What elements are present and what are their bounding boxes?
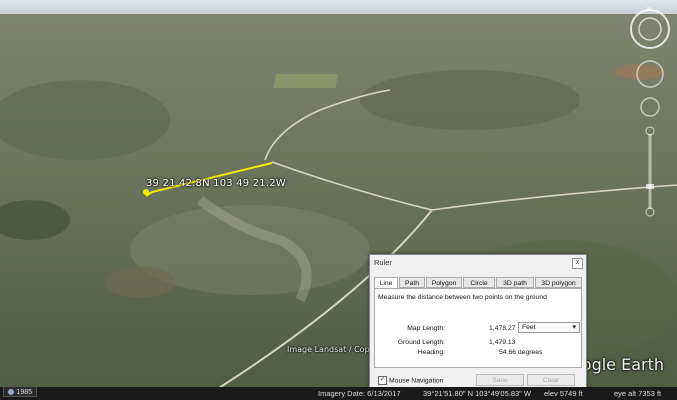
- look-joystick-icon[interactable]: [636, 60, 664, 88]
- map-length-label: Map Length:: [407, 325, 445, 332]
- ground-length-value: 1,479.13: [489, 339, 516, 346]
- map-length-value: 1,478.27: [489, 325, 516, 332]
- checkbox-check-icon[interactable]: ✓: [378, 376, 387, 385]
- cursor-coordinates: 39°21'51.80" N 103°49'05.83" W: [423, 389, 532, 398]
- zoom-slider[interactable]: [645, 126, 655, 217]
- ruler-title: Ruler: [374, 258, 392, 267]
- navigation-controls[interactable]: N: [626, 4, 674, 224]
- ruler-panel: Measure the distance between two points …: [374, 288, 582, 368]
- imagery-date: Imagery Date: 6/13/2017: [318, 389, 401, 398]
- elevation-readout: elev 5749 ft: [544, 389, 583, 398]
- move-joystick-icon[interactable]: [640, 97, 660, 117]
- placemark-label[interactable]: 39 21 42.8N 103 49 21.2W: [146, 178, 286, 189]
- tab-path[interactable]: Path: [399, 277, 425, 288]
- tab-polygon[interactable]: Polygon: [426, 277, 462, 288]
- eye-altitude-readout: eye alt 7353 ft: [614, 389, 662, 398]
- close-icon[interactable]: x: [572, 258, 583, 269]
- ground-length-label: Ground Length:: [397, 339, 445, 346]
- compass-north-label: N: [647, 6, 652, 13]
- tab-3d-path[interactable]: 3D path: [496, 277, 534, 288]
- mouse-navigation-checkbox[interactable]: ✓ Mouse Navigation: [378, 376, 443, 385]
- heading-label: Heading:: [417, 349, 445, 356]
- historical-imagery-button[interactable]: 1985: [3, 386, 37, 397]
- tab-circle[interactable]: Circle: [463, 277, 495, 288]
- save-button[interactable]: Save: [476, 374, 524, 386]
- mouse-navigation-label: Mouse Navigation: [389, 377, 444, 385]
- unit-select[interactable]: Feet: [518, 322, 580, 333]
- tab-3d-polygon[interactable]: 3D polygon: [535, 277, 582, 288]
- ruler-dialog[interactable]: Ruler x Line Path Polygon Circle 3D path…: [369, 254, 587, 390]
- status-bar: Imagery Date: 6/13/2017 39°21'51.80" N 1…: [0, 387, 677, 400]
- ruler-description: Measure the distance between two points …: [378, 294, 547, 301]
- clear-button[interactable]: Clear: [527, 374, 575, 386]
- image-credit: Image Landsat / Coper: [287, 345, 378, 354]
- heading-value: 54.66 degrees: [499, 349, 543, 356]
- compass-ring-icon[interactable]: N: [630, 6, 670, 49]
